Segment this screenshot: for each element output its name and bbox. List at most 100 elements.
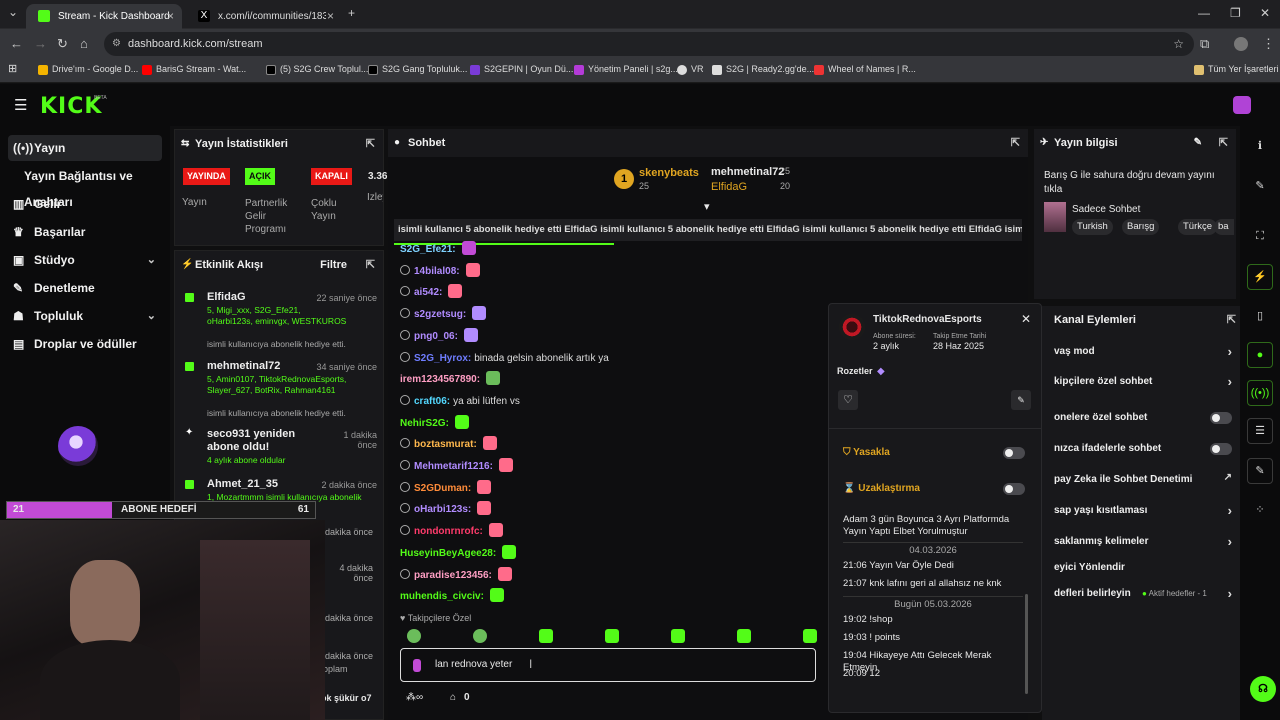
tab-kick-dashboard[interactable]: Stream - Kick Dashboard × xyxy=(26,4,182,29)
edit-icon[interactable]: ✎ xyxy=(1247,174,1273,200)
home-icon[interactable]: ⌂ xyxy=(80,36,88,51)
wrench-icon[interactable]: ✎ xyxy=(1247,458,1273,484)
tab-search-icon[interactable]: ⌄ xyxy=(8,5,18,19)
ban-toggle[interactable] xyxy=(1003,447,1025,459)
bookmark-item[interactable]: S2GEPIN | Oyun Dü... xyxy=(470,64,573,75)
broadcast-icon[interactable]: ((•)) xyxy=(1247,380,1273,406)
action-emotes-only[interactable]: nızca ifadelerle sohbet xyxy=(1054,443,1232,455)
close-tab-icon[interactable]: × xyxy=(327,9,334,23)
sidebar-item-yayin[interactable]: ((•)) Yayın xyxy=(8,135,162,161)
action-account-age[interactable]: sap yaşı kısıtlaması › xyxy=(1054,503,1232,518)
emote-icon[interactable] xyxy=(737,629,751,643)
popout-icon[interactable]: ⇱ xyxy=(1227,306,1236,334)
timeout-toggle[interactable] xyxy=(1003,483,1025,495)
emote-icon[interactable] xyxy=(407,629,421,643)
action-ai-moderation[interactable]: pay Zeka ile Sohbet Denetimi ↗ xyxy=(1054,472,1232,485)
chat-input[interactable]: lan rednova yeter I xyxy=(400,648,816,682)
chat-username[interactable]: HuseyinBeyAgee28: xyxy=(400,548,496,559)
hamburger-menu-icon[interactable]: ☰ xyxy=(14,96,27,114)
subs-only-toggle[interactable] xyxy=(1210,412,1232,424)
new-tab-icon[interactable]: + xyxy=(348,6,355,20)
chat-username[interactable]: irem1234567890: xyxy=(400,374,480,385)
people-icon[interactable]: ⁘ xyxy=(1247,498,1273,524)
forward-icon[interactable]: → xyxy=(34,36,47,51)
activity-user[interactable]: Ahmet_21_35 xyxy=(207,478,278,490)
stream-tag[interactable]: Türkçe xyxy=(1178,219,1218,235)
bookmark-item[interactable]: Drive'ım - Google D... xyxy=(38,64,138,75)
stream-tag[interactable]: Turkish xyxy=(1072,219,1113,235)
heart-icon[interactable]: ♡ xyxy=(838,390,858,410)
profile-avatar[interactable] xyxy=(1234,37,1248,51)
sidebar-item-studyo[interactable]: ▣ Stüdyo ⌄ xyxy=(8,247,162,273)
top-gifter-name[interactable]: mehmetinal72 xyxy=(711,166,784,178)
scrollbar[interactable] xyxy=(1025,594,1028,694)
chat-username[interactable]: ai542: xyxy=(414,287,442,298)
action-host[interactable]: eyici Yönlendir xyxy=(1054,562,1232,573)
popout-icon[interactable]: ⇱ xyxy=(1011,129,1020,157)
chat-username[interactable]: S2G_Efe21: xyxy=(400,244,456,255)
browser-menu-icon[interactable]: ⋮ xyxy=(1262,36,1275,52)
top-gifter-name[interactable]: ElfidaG xyxy=(711,181,747,193)
activity-user[interactable]: mehmetinal72 xyxy=(207,360,280,372)
pin-icon[interactable]: ✎ xyxy=(1011,390,1031,410)
back-icon[interactable]: ← xyxy=(10,36,23,51)
chat-username[interactable]: paradise123456: xyxy=(414,570,492,581)
chat-username[interactable]: craft06: xyxy=(414,396,450,407)
action-set-goals[interactable]: defleri belirleyin ● Aktif hedefler - 1 › xyxy=(1054,586,1232,601)
close-window-icon[interactable]: ✕ xyxy=(1260,6,1270,20)
collapse-chevron-icon[interactable]: ▾ xyxy=(704,200,710,213)
top-gifter-name[interactable]: skenybeats xyxy=(639,167,699,179)
activity-user[interactable]: ElfidaG xyxy=(207,291,246,303)
queue-icon[interactable]: ☰ xyxy=(1247,418,1273,444)
chat-username[interactable]: Mehmetarif1216: xyxy=(414,461,493,472)
close-icon[interactable]: ✕ xyxy=(1021,312,1031,326)
info-icon[interactable]: ℹ xyxy=(1247,134,1273,160)
bookmark-item[interactable]: S2G Gang Topluluk... xyxy=(368,64,467,75)
chat-username[interactable]: nondonrnrofc: xyxy=(414,526,483,537)
bookmark-item[interactable]: Wheel of Names | R... xyxy=(814,64,916,75)
connection-icon[interactable]: ⁂∞ xyxy=(406,692,423,703)
category-name[interactable]: Sadece Sohbet xyxy=(1072,204,1140,215)
chat-username[interactable]: muhendis_civciv: xyxy=(400,591,484,602)
emote-icon[interactable] xyxy=(605,629,619,643)
emotes-only-toggle[interactable] xyxy=(1210,443,1232,455)
action-slow-mode[interactable]: vaş mod › xyxy=(1054,344,1232,359)
support-icon[interactable]: ☊ xyxy=(1250,676,1276,702)
sidebar-item-droplar[interactable]: ▤ Droplar ve ödüller xyxy=(8,331,162,357)
emote-icon[interactable] xyxy=(539,629,553,643)
action-followers-only[interactable]: kipçilere özel sohbet › xyxy=(1054,374,1232,389)
chat-username[interactable]: s2gzetsug: xyxy=(414,309,466,320)
url-input[interactable]: ⚙ dashboard.kick.com/stream ☆ xyxy=(104,32,1194,56)
sidebar-item-denetleme[interactable]: ✎ Denetleme xyxy=(8,275,162,301)
lightning-icon[interactable]: ⚡ xyxy=(1247,264,1273,290)
store-icon[interactable]: ⌂ xyxy=(450,692,456,703)
chat-username[interactable]: png0_06: xyxy=(414,331,458,342)
close-tab-icon[interactable]: × xyxy=(167,9,174,23)
chat-username[interactable]: 14bilal08: xyxy=(414,266,460,277)
extensions-icon[interactable]: ⧉ xyxy=(1200,36,1209,52)
popout-icon[interactable]: ⇱ xyxy=(366,130,375,158)
activity-user[interactable]: seco931 yeniden abone oldu! xyxy=(207,428,327,454)
stream-tag[interactable]: ba xyxy=(1214,219,1234,235)
chat-username[interactable]: NehirS2G: xyxy=(400,418,449,429)
clipboard-icon[interactable]: ▯ xyxy=(1247,304,1273,330)
chat-icon[interactable]: ● xyxy=(1247,342,1273,368)
category-thumbnail[interactable] xyxy=(1044,202,1066,232)
chat-username[interactable]: boztasmurat: xyxy=(414,439,477,450)
site-info-icon[interactable]: ⚙ xyxy=(112,32,121,56)
chat-username[interactable]: oHarbi123s: xyxy=(414,504,471,515)
popout-icon[interactable]: ⇱ xyxy=(366,251,375,279)
chat-username[interactable]: S2G_Hyrox: xyxy=(414,353,471,364)
bookmark-item[interactable]: VR xyxy=(677,64,704,75)
emote-icon[interactable] xyxy=(671,629,685,643)
all-bookmarks[interactable]: Tüm Yer İşaretleri xyxy=(1194,64,1279,75)
bookmark-item[interactable]: S2G | Ready2.gg'de... xyxy=(712,64,814,75)
tab-x-community[interactable]: X x.com/i/communities/18353193... × xyxy=(186,4,342,29)
user-avatar[interactable] xyxy=(1233,96,1251,114)
action-banned-words[interactable]: saklanmış kelimeler › xyxy=(1054,534,1232,549)
reload-icon[interactable]: ↻ xyxy=(57,36,68,52)
emote-icon[interactable] xyxy=(473,629,487,643)
sidebar-item-gelir[interactable]: ▥ Gelir xyxy=(8,191,162,217)
sidebar-item-basarilar[interactable]: ♛ Başarılar xyxy=(8,219,162,245)
apps-grid-icon[interactable]: ⊞ xyxy=(8,62,17,75)
